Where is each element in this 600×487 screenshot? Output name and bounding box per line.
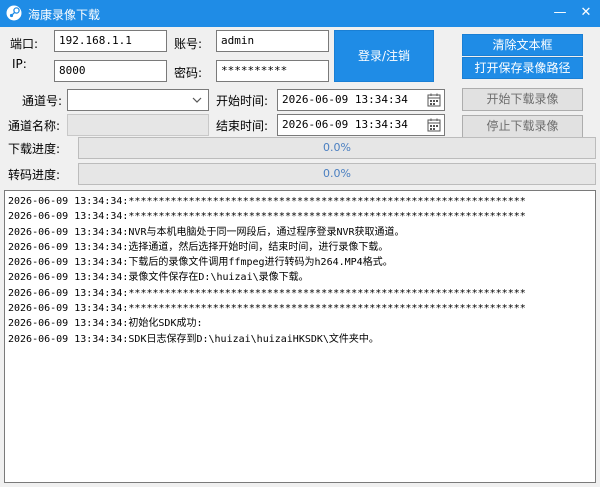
transcode-progress-bar: 0.0% [78,163,596,185]
transcode-progress-label: 转码进度: [8,168,61,182]
log-line: 2026-06-09 13:34:34:********************… [8,211,526,223]
start-time-picker[interactable]: 2026-06-09 13:34:34 [277,89,445,111]
window-title: 海康录像下载 [28,8,101,22]
start-download-button[interactable]: 开始下载录像 [462,88,583,111]
ip-label: IP: [12,57,27,71]
stop-download-button[interactable]: 停止下载录像 [462,115,583,138]
log-line: 2026-06-09 13:34:34:选择通道，然后选择开始时间，结束时间，进… [8,241,389,253]
log-line: 2026-06-09 13:34:34:********************… [8,303,526,315]
calendar-icon[interactable] [427,93,441,107]
download-progress-label: 下载进度: [8,142,61,156]
log-line: 2026-06-09 13:34:34:录像文件保存在D:\huizai\录像下… [8,272,309,284]
channel-name-label: 通道名称: [8,119,61,133]
title-bar[interactable]: 海康录像下载 — ✕ [0,0,600,27]
start-time-label: 开始时间: [216,94,269,108]
open-save-path-button[interactable]: 打开保存录像路径 [462,57,583,79]
account-label: 账号: [174,37,203,51]
login-logout-button[interactable]: 登录/注销 [334,30,434,82]
chevron-down-icon[interactable] [190,92,204,108]
minimize-button[interactable]: — [548,2,572,24]
port-input[interactable]: 8000 [54,60,167,82]
close-button[interactable]: ✕ [574,2,598,24]
channel-name-field [67,114,209,136]
port-label: 端口: [10,37,39,51]
log-line: 2026-06-09 13:34:34:初始化SDK成功: [8,318,203,330]
calendar-icon[interactable] [427,118,441,132]
account-input[interactable]: admin [216,30,329,52]
ip-input[interactable]: 192.168.1.1 [54,30,167,52]
password-input[interactable]: ********** [216,60,329,82]
channel-label: 通道号: [22,94,63,108]
log-line: 2026-06-09 13:34:34:SDK日志保存到D:\huizai\hu… [8,333,379,345]
channel-select[interactable] [67,89,209,111]
log-line: 2026-06-09 13:34:34:********************… [8,287,526,299]
start-time-value: 2026-06-09 13:34:34 [282,93,408,106]
log-textbox[interactable]: 2026-06-09 13:34:34:********************… [4,190,596,483]
clear-text-button[interactable]: 清除文本框 [462,34,583,56]
log-line: 2026-06-09 13:34:34:********************… [8,196,526,207]
end-time-label: 结束时间: [216,119,269,133]
password-label: 密码: [174,66,203,80]
end-time-value: 2026-06-09 13:34:34 [282,118,408,131]
steam-logo-icon [6,5,22,21]
end-time-picker[interactable]: 2026-06-09 13:34:34 [277,114,445,136]
log-line: 2026-06-09 13:34:34:NVR与本机电脑处于同一网段后，通过程序… [8,226,405,238]
log-line: 2026-06-09 13:34:34:下载后的录像文件调用ffmpeg进行转码… [8,257,393,269]
download-progress-bar: 0.0% [78,137,596,159]
